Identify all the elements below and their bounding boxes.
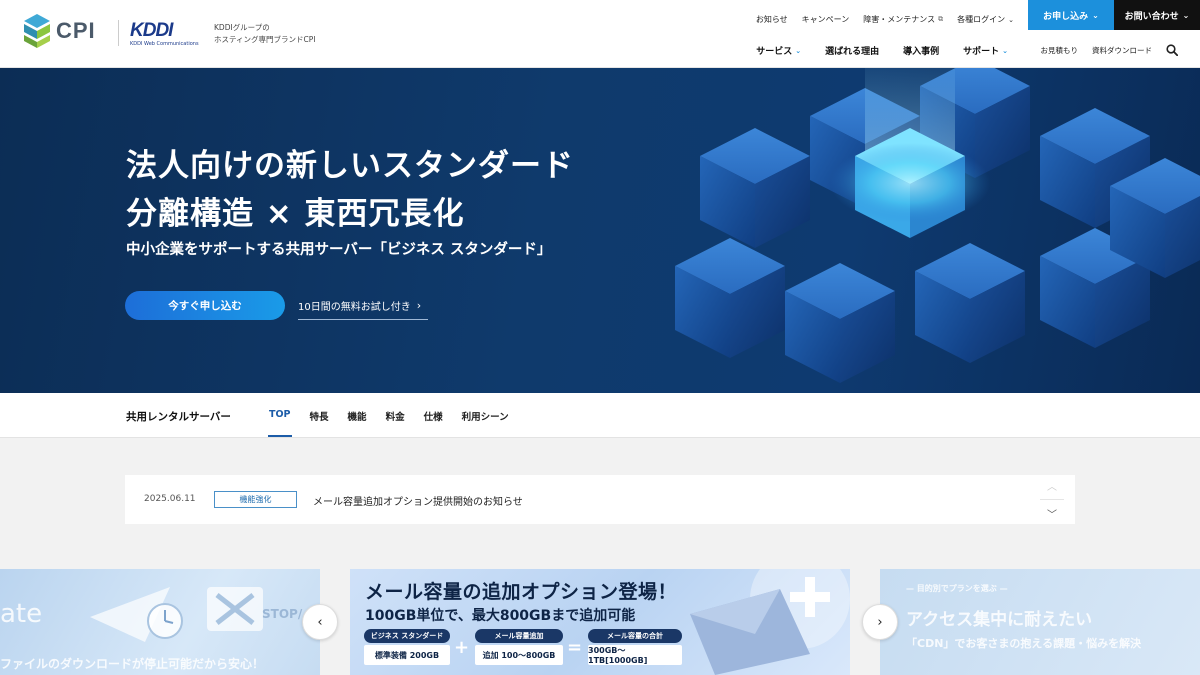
apply-label: お申し込み — [1043, 11, 1089, 22]
nav-item-support[interactable]: サポート ⌄ — [963, 44, 1008, 58]
utility-link-campaign[interactable]: キャンペーン — [802, 14, 850, 25]
cpi-logo-mark-icon — [24, 14, 50, 48]
slide-caption: 「CDN」でお客さまの抱える課題・悩みを解決 — [906, 637, 1142, 650]
promo-pill-addon: メール容量追加 — [475, 629, 563, 643]
promo-title: メール容量の追加オプション登場！ — [365, 581, 678, 603]
news-category-badge: 機能強化 — [214, 491, 297, 508]
carousel-next-button[interactable]: › — [862, 604, 898, 640]
promo-value-addon: 追加 100〜800GB — [475, 645, 563, 665]
chevron-down-icon: ⌄ — [1182, 10, 1190, 20]
free-trial-label: 10日間の無料お試し付き — [298, 302, 411, 313]
tagline-line-2: ホスティング専門ブランドCPI — [214, 35, 316, 44]
tab-list: TOP 特長 機能 料金 仕様 利用シーン — [268, 409, 509, 437]
kddi-subtext: KDDI Web Communications — [130, 41, 199, 47]
carousel-slide-prev[interactable]: ate STOP/ ファイルのダウンロードが停止可能だから安心！ — [0, 569, 320, 675]
equals-icon: = — [567, 637, 583, 658]
promo-value-total: 300GB〜1TB[1000GB] — [588, 645, 682, 665]
tab-specs[interactable]: 仕様 — [424, 409, 443, 423]
slide-caption: ファイルのダウンロードが停止可能だから安心！ — [0, 657, 265, 671]
nav-item-reasons[interactable]: 選ばれる理由 — [825, 44, 879, 57]
contact-label: お問い合わせ — [1124, 11, 1179, 22]
hero-cube-illustration — [675, 68, 1200, 383]
slide-kicker: — 目的別でプランを選ぶ — — [906, 584, 1008, 593]
slide-title: アクセス集中に耐えたい — [906, 610, 1093, 630]
cpi-logo-text: CPI — [56, 18, 96, 43]
maintenance-label: 障害・メンテナンス — [863, 15, 936, 24]
carousel-prev-button[interactable]: ‹ — [302, 604, 338, 640]
news-controls: ︿ ﹀ — [1029, 475, 1075, 524]
login-label: 各種ログイン — [957, 15, 1006, 24]
clock-icon — [147, 603, 183, 639]
product-title: 共用レンタルサーバー — [126, 411, 231, 423]
chevron-down-icon: ⌄ — [1002, 46, 1008, 55]
tagline-line-1: KDDIグループの — [214, 23, 270, 32]
stop-label: STOP/ — [262, 607, 303, 621]
tab-features[interactable]: 特長 — [310, 409, 329, 423]
news-title-link[interactable]: メール容量追加オプション提供開始のお知らせ — [313, 493, 523, 508]
nav-item-services[interactable]: サービス ⌄ — [756, 44, 802, 58]
cube-glow — [830, 143, 990, 223]
apply-now-button[interactable]: 今すぐ申し込む — [125, 291, 285, 320]
nav-item-quote[interactable]: お見積もり — [1041, 45, 1079, 56]
chevron-down-icon[interactable]: ﹀ — [1047, 506, 1057, 521]
apply-button[interactable]: お申し込み ⌄ — [1028, 0, 1114, 30]
tab-top[interactable]: TOP — [268, 409, 292, 437]
envelope-x-icon — [207, 587, 263, 631]
site-header: CPI KDDI KDDI Web Communications KDDIグルー… — [0, 0, 1200, 68]
hero-title: 法人向けの新しいスタンダード 分離構造 × 東西冗長化 — [126, 142, 574, 238]
product-tabs: 共用レンタルサーバー TOP 特長 機能 料金 仕様 利用シーン — [0, 393, 1200, 438]
chevron-right-icon: › — [416, 299, 422, 312]
hero-banner: 法人向けの新しいスタンダード 分離構造 × 東西冗長化 中小企業をサポートする共… — [0, 68, 1200, 393]
nav-services-label: サービス — [756, 47, 793, 57]
utility-link-maintenance[interactable]: 障害・メンテナンス ⧉ — [863, 14, 943, 25]
logo-divider — [118, 20, 119, 46]
plus-icon: + — [454, 637, 470, 658]
contact-button[interactable]: お問い合わせ ⌄ — [1114, 0, 1200, 30]
hero-title-line-2: 分離構造 × 東西冗長化 — [126, 196, 465, 232]
tab-functions[interactable]: 機能 — [348, 409, 367, 423]
chevron-down-icon: ⌄ — [1008, 15, 1014, 24]
promo-value-standard: 標準装備 200GB — [364, 645, 450, 665]
carousel-slide-current[interactable]: メール容量の追加オプション登場！ 100GB単位で、最大800GBまで追加可能 … — [350, 569, 850, 675]
nav-item-download[interactable]: 資料ダウンロード — [1092, 45, 1152, 56]
carousel-slide-next[interactable]: — 目的別でプランを選ぶ — アクセス集中に耐えたい 「CDN」でお客さまの抱え… — [880, 569, 1200, 675]
news-ticker: 2025.06.11 機能強化 メール容量追加オプション提供開始のお知らせ ︿ … — [125, 475, 1075, 524]
news-date: 2025.06.11 — [144, 494, 196, 504]
news-control-divider — [1040, 499, 1064, 500]
nav-item-cases[interactable]: 導入事例 — [903, 44, 939, 57]
promo-pill-total: メール容量の合計 — [588, 629, 682, 643]
cpi-logo[interactable]: CPI — [24, 14, 96, 48]
chevron-left-icon: ‹ — [317, 614, 323, 630]
search-icon[interactable] — [1166, 44, 1178, 56]
chevron-right-icon: › — [877, 614, 883, 630]
external-link-icon: ⧉ — [938, 15, 944, 23]
kddi-logo: KDDI KDDI Web Communications — [130, 20, 199, 47]
promo-subtitle: 100GB単位で、最大800GBまで追加可能 — [365, 608, 636, 624]
brand-tagline: KDDIグループの ホスティング専門ブランドCPI — [214, 22, 316, 46]
utility-link-news[interactable]: お知らせ — [756, 14, 788, 25]
chevron-down-icon: ⌄ — [1092, 10, 1099, 20]
nav-support-label: サポート — [963, 47, 1000, 57]
secondary-nav: お見積もり 資料ダウンロード — [1041, 45, 1153, 56]
chevron-up-icon[interactable]: ︿ — [1047, 478, 1057, 493]
utility-link-login[interactable]: 各種ログイン ⌄ — [957, 14, 1014, 25]
promo-pill-standard: ビジネス スタンダード — [364, 629, 450, 643]
tab-pricing[interactable]: 料金 — [386, 409, 405, 423]
tab-use-cases[interactable]: 利用シーン — [462, 409, 509, 423]
kddi-wordmark: KDDI — [130, 20, 173, 41]
hero-subtitle: 中小企業をサポートする共用サーバー「ビジネス スタンダード」 — [126, 242, 552, 258]
hero-title-line-1: 法人向けの新しいスタンダード — [126, 148, 574, 184]
utility-nav: お知らせ キャンペーン 障害・メンテナンス ⧉ 各種ログイン ⌄ — [756, 14, 1014, 25]
envelope-plus-illustration — [690, 569, 850, 675]
main-nav: サービス ⌄ 選ばれる理由 導入事例 サポート ⌄ — [756, 44, 1008, 58]
free-trial-link[interactable]: 10日間の無料お試し付き › — [298, 292, 428, 320]
slide-ghost-word: ate — [0, 599, 43, 629]
chevron-down-icon: ⌄ — [795, 46, 802, 55]
